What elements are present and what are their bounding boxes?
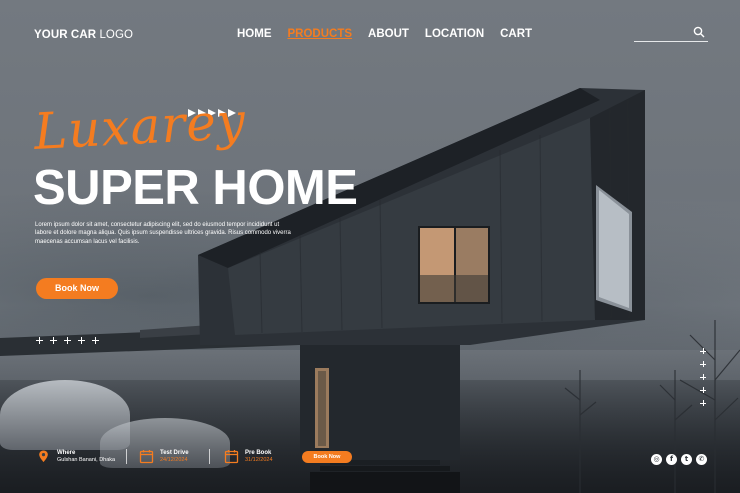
nav-home[interactable]: HOME [237, 28, 272, 40]
book-now-small-button[interactable]: Book Now [302, 451, 352, 463]
instagram-icon[interactable]: ◎ [651, 454, 662, 465]
search-icon[interactable] [693, 26, 705, 38]
plus-decoration-column [700, 348, 706, 406]
whatsapp-icon[interactable]: ✆ [696, 454, 707, 465]
plus-decoration-row [36, 337, 99, 344]
plus-icon [700, 387, 706, 393]
logo-light-text: LOGO [99, 29, 134, 41]
plus-icon [36, 337, 43, 344]
pre-book-label: Pre Book [245, 449, 272, 456]
hero-title: SUPER HOME [33, 161, 358, 215]
plus-icon [78, 337, 85, 344]
nav-products[interactable]: PRODUCTS [288, 28, 353, 40]
plus-icon [700, 400, 706, 406]
hero-description: Lorem ipsum dolor sit amet, consectetur … [35, 222, 291, 245]
book-now-button[interactable]: Book Now [36, 278, 118, 299]
pre-book-value: 31/12/2024 [245, 456, 273, 463]
plus-icon [700, 374, 706, 380]
social-links: ◎ f t ✆ [651, 454, 707, 465]
search-bar [634, 24, 708, 42]
logo-bold-text: YOUR CAR [34, 29, 97, 41]
brand-logo[interactable]: YOUR CAR LOGO [34, 29, 133, 41]
test-drive-value: 24/12/2024 [160, 456, 188, 463]
plus-icon [92, 337, 99, 344]
plus-icon [700, 348, 706, 354]
search-input[interactable] [634, 24, 690, 40]
nav-cart[interactable]: CART [500, 28, 532, 40]
nav-about[interactable]: ABOUT [368, 28, 409, 40]
info-pre-book: Pre Book 31/12/2024 [224, 449, 273, 464]
hero-script-title: Luxarey [32, 91, 248, 161]
calendar-icon [224, 450, 239, 464]
where-value: Gulshan Banani, Dhaka [57, 456, 116, 463]
modern-house-image [0, 0, 740, 493]
facebook-icon[interactable]: f [666, 454, 677, 465]
plus-icon [64, 337, 71, 344]
nav-location[interactable]: LOCATION [425, 28, 484, 40]
divider [126, 449, 127, 464]
twitter-icon[interactable]: t [681, 454, 692, 465]
info-test-drive: Test Drive 24/12/2024 [139, 449, 189, 464]
location-pin-icon [39, 450, 48, 462]
test-drive-label: Test Drive [160, 449, 189, 456]
divider [209, 449, 210, 464]
info-where: Where Gulshan Banani, Dhaka [36, 449, 115, 464]
plus-icon [50, 337, 57, 344]
landing-page: YOUR CAR LOGO HOME PRODUCTS ABOUT LOCATI… [0, 0, 740, 493]
main-nav: HOME PRODUCTS ABOUT LOCATION CART [237, 28, 548, 40]
plus-icon [700, 361, 706, 367]
calendar-icon [139, 450, 154, 464]
where-label: Where [57, 449, 76, 456]
